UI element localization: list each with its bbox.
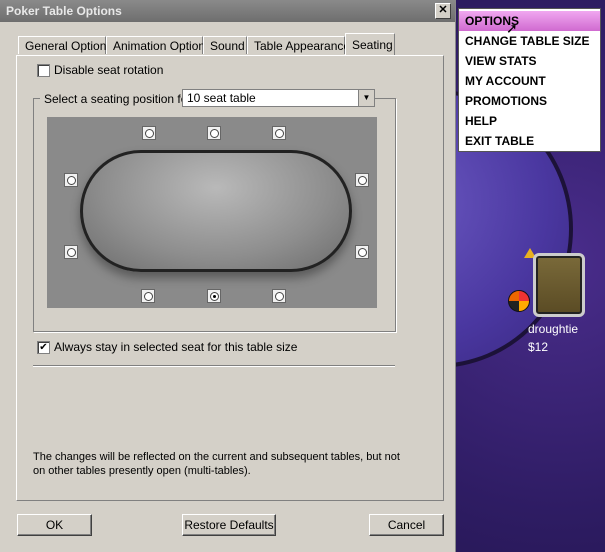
player-name: droughtie [528, 322, 579, 336]
close-icon[interactable]: ✕ [435, 3, 451, 19]
seat-radio[interactable] [66, 247, 76, 257]
changes-note: The changes will be reflected on the cur… [33, 451, 400, 477]
cancel-button[interactable]: Cancel [369, 514, 444, 536]
menu-item-help[interactable]: HELP [459, 111, 600, 131]
table-size-select[interactable]: 10 seat table ▼ [182, 89, 375, 107]
divider [33, 365, 395, 367]
seat-radio[interactable] [357, 247, 367, 257]
menu-item-my-account[interactable]: MY ACCOUNT [459, 71, 600, 91]
seat-radio[interactable] [274, 128, 284, 138]
menu-item-change-table-size[interactable]: CHANGE TABLE SIZE [459, 31, 600, 51]
disable-seat-rotation-checkbox[interactable] [37, 64, 50, 77]
chevron-down-icon[interactable]: ▼ [358, 90, 374, 106]
seat-left-1[interactable] [64, 173, 78, 187]
restore-defaults-button[interactable]: Restore Defaults [182, 514, 276, 536]
seat-bottom-2[interactable] [207, 289, 221, 303]
tab-seating[interactable]: Seating [345, 33, 395, 55]
seat-bottom-1[interactable] [141, 289, 155, 303]
timer-icon [508, 290, 530, 312]
table-oval [80, 150, 352, 272]
tab-sound[interactable]: Sound [203, 36, 247, 54]
player-seat-avatar[interactable] [533, 253, 585, 317]
seat-left-2[interactable] [64, 245, 78, 259]
ok-button[interactable]: OK [17, 514, 92, 536]
seating-position-label: Select a seating position for [40, 92, 196, 106]
seat-radio[interactable] [274, 291, 284, 301]
disable-seat-rotation-label: Disable seat rotation [54, 63, 164, 77]
table-size-select-value: 10 seat table [187, 91, 256, 105]
always-stay-checkbox[interactable]: ✔ [37, 341, 50, 354]
dialog-titlebar: Poker Table Options ✕ [0, 0, 455, 22]
tab-general-options[interactable]: General Options [18, 36, 112, 54]
seat-top-1[interactable] [142, 126, 156, 140]
dialog-title: Poker Table Options [6, 4, 122, 18]
seat-radio[interactable] [144, 128, 154, 138]
seat-top-3[interactable] [272, 126, 286, 140]
menu-item-options[interactable]: OPTIONS [459, 11, 600, 31]
seat-bottom-3[interactable] [272, 289, 286, 303]
menu-item-view-stats[interactable]: VIEW STATS [459, 51, 600, 71]
seat-radio[interactable] [209, 128, 219, 138]
poker-table-options-dialog: Poker Table Options ✕ General Options An… [0, 0, 456, 552]
table-menu: OPTIONS CHANGE TABLE SIZE VIEW STATS MY … [458, 8, 601, 152]
seat-radio[interactable] [66, 175, 76, 185]
seat-right-1[interactable] [355, 173, 369, 187]
menu-item-promotions[interactable]: PROMOTIONS [459, 91, 600, 111]
menu-item-exit-table[interactable]: EXIT TABLE [459, 131, 600, 151]
seat-radio[interactable] [357, 175, 367, 185]
tab-table-appearance[interactable]: Table Appearance [247, 36, 350, 54]
seat-radio[interactable] [143, 291, 153, 301]
tab-animation-options[interactable]: Animation Options [106, 36, 211, 54]
seat-right-2[interactable] [355, 245, 369, 259]
seat-radio-selected[interactable] [209, 291, 219, 301]
seat-top-2[interactable] [207, 126, 221, 140]
always-stay-label: Always stay in selected seat for this ta… [54, 340, 298, 354]
mouse-cursor-icon: ➚ [506, 20, 518, 36]
player-stack: $12 [528, 340, 549, 354]
